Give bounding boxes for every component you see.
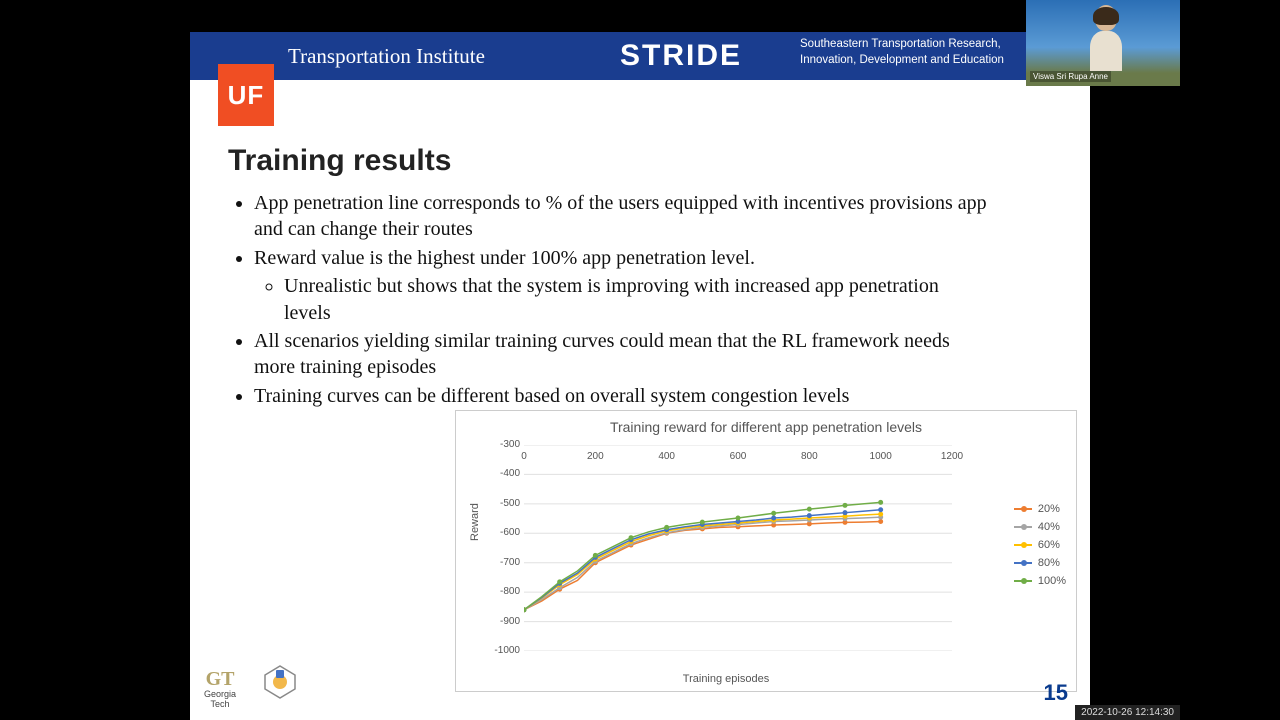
timestamp: 2022-10-26 12:14:30	[1075, 705, 1180, 720]
chart-legend: 20% 40% 60% 80% 100%	[1014, 503, 1066, 593]
header-bar: Transportation Institute STRIDE Southeas…	[190, 32, 1090, 80]
webcam-name: Viswa Sri Rupa Anne	[1030, 71, 1111, 82]
bullet-2: Reward value is the highest under 100% a…	[254, 245, 988, 271]
bullet-4: Training curves can be different based o…	[254, 383, 988, 409]
bullet-1: App penetration line corresponds to % of…	[254, 190, 988, 243]
legend-item: 40%	[1014, 521, 1066, 533]
chart-plot	[524, 445, 952, 651]
header-stride: STRIDE	[620, 32, 742, 80]
legend-item: 80%	[1014, 557, 1066, 569]
chart-ylabel: Reward	[469, 503, 481, 541]
legend-item: 100%	[1014, 575, 1066, 587]
uf-logo: UF	[218, 64, 274, 126]
bullet-3: All scenarios yielding similar training …	[254, 328, 988, 381]
slide-number: 15	[1044, 680, 1068, 706]
chart-xlabel: Training episodes	[456, 673, 996, 685]
slide: Transportation Institute STRIDE Southeas…	[190, 32, 1090, 720]
bullet-list: App penetration line corresponds to % of…	[228, 190, 988, 411]
webcam-person-icon	[1087, 5, 1125, 75]
header-subtitle: Southeastern Transportation Research, In…	[800, 37, 1004, 68]
lab-logo-icon	[262, 664, 298, 700]
slide-title: Training results	[228, 144, 451, 178]
legend-item: 60%	[1014, 539, 1066, 551]
legend-item: 20%	[1014, 503, 1066, 515]
chart-title: Training reward for different app penetr…	[456, 419, 1076, 435]
bullet-2a: Unrealistic but shows that the system is…	[284, 273, 988, 326]
georgia-tech-logo: GT Georgia Tech	[204, 668, 236, 710]
webcam-overlay: Viswa Sri Rupa Anne	[1026, 0, 1180, 86]
header-institute: Transportation Institute	[288, 32, 485, 80]
chart: Training reward for different app penetr…	[455, 410, 1077, 692]
